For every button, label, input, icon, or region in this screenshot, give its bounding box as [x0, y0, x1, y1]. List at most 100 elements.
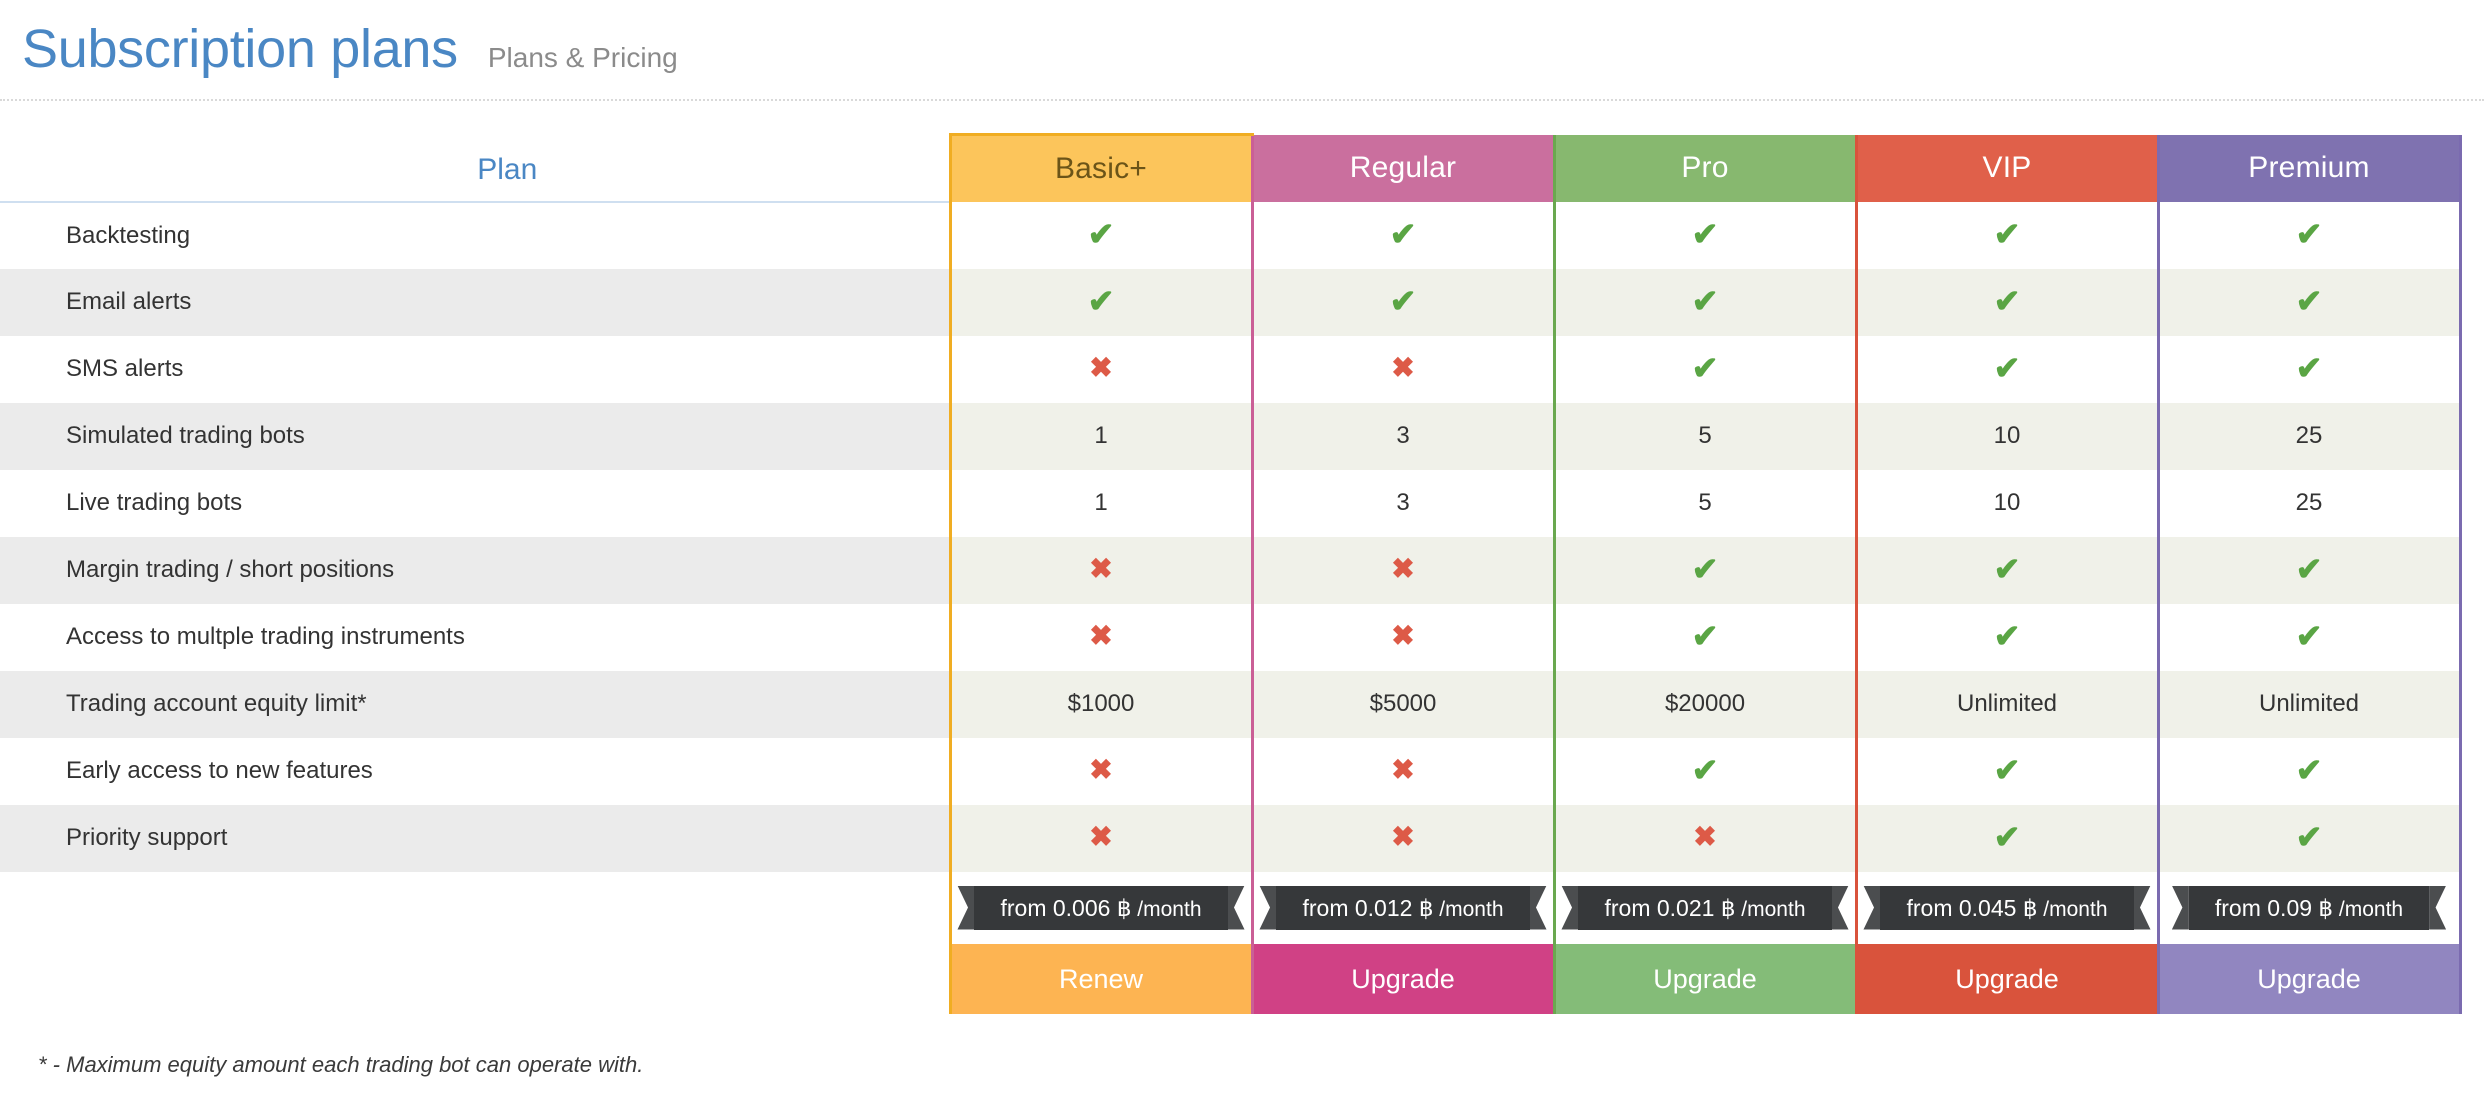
table-row: SMS alerts ✖ ✖ ✔ ✔ ✔ [0, 335, 2462, 403]
feature-availability-cell: ✔ [2156, 201, 2462, 269]
upgrade-button-regular[interactable]: Upgrade [1253, 943, 1553, 1014]
feature-value-cell: 1 [948, 469, 1252, 537]
cross-icon: ✖ [1391, 754, 1415, 785]
feature-availability-cell: ✔ [1854, 737, 2158, 805]
feature-value-cell: 3 [1250, 469, 1554, 537]
feature-availability-cell: ✔ [1854, 335, 2158, 403]
feature-availability-cell: ✖ [1250, 603, 1554, 671]
feature-availability-cell: ✔ [2156, 603, 2462, 671]
price-amount: from 0.006 ฿ [1000, 894, 1132, 921]
check-icon: ✔ [2295, 283, 2323, 319]
feature-availability-cell: ✖ [1250, 536, 1554, 604]
cta-cell: Upgrade [2156, 943, 2462, 1014]
cross-icon: ✖ [1391, 553, 1415, 584]
feature-availability-cell: ✔ [1552, 335, 1856, 403]
feature-availability-cell: ✔ [948, 268, 1252, 336]
check-icon: ✔ [1691, 551, 1719, 587]
feature-label: Priority support [0, 804, 950, 872]
upgrade-button-premium[interactable]: Upgrade [2159, 943, 2459, 1014]
table-row: Early access to new features ✖ ✖ ✔ ✔ ✔ [0, 737, 2462, 805]
cross-icon: ✖ [1089, 553, 1113, 584]
cta-row: Renew Upgrade Upgrade Upgrade Upgrade [0, 943, 2462, 1014]
feature-availability-cell: ✖ [948, 536, 1252, 604]
feature-availability-cell: ✔ [1552, 536, 1856, 604]
feature-availability-cell: ✔ [1854, 268, 2158, 336]
feature-availability-cell: ✖ [1250, 804, 1554, 872]
price-row-spacer [0, 872, 950, 944]
feature-value-cell: Unlimited [1854, 670, 2158, 738]
feature-label: Trading account equity limit* [0, 670, 950, 738]
check-icon: ✔ [2295, 819, 2323, 855]
check-icon: ✔ [1993, 216, 2021, 252]
feature-availability-cell: ✔ [1854, 536, 2158, 604]
feature-availability-cell: ✔ [1854, 201, 2158, 269]
page-subtitle: Plans & Pricing [487, 42, 678, 73]
price-amount: from 0.09 ฿ [2214, 894, 2334, 921]
price-cell: from 0.021 ฿ /month [1552, 871, 1856, 944]
price-cell: from 0.09 ฿ /month [2156, 871, 2462, 944]
upgrade-button-vip[interactable]: Upgrade [1857, 943, 2157, 1014]
feature-availability-cell: ✔ [2156, 737, 2462, 805]
upgrade-button-pro[interactable]: Upgrade [1555, 943, 1855, 1014]
price-row: from 0.006 ฿ /month from 0.012 ฿ /month fr… [0, 871, 2462, 944]
cta-cell: Renew [948, 943, 1252, 1014]
price-ribbon: from 0.021 ฿ /month [1578, 885, 1832, 930]
feature-availability-cell: ✔ [1552, 268, 1856, 336]
table-row: Margin trading / short positions ✖ ✖ ✔ ✔ ✔ [0, 536, 2462, 604]
check-icon: ✔ [1993, 752, 2021, 788]
check-icon: ✔ [1087, 216, 1115, 252]
check-icon: ✔ [2295, 551, 2323, 587]
check-icon: ✔ [1993, 618, 2021, 654]
page-title: Subscription plans [22, 19, 458, 79]
table-body: Backtesting ✔ ✔ ✔ ✔ ✔ Email alerts ✔ ✔ ✔ ✔ ✔ SMS ale… [0, 201, 2462, 1014]
check-icon: ✔ [1691, 350, 1719, 386]
feature-availability-cell: ✔ [1552, 737, 1856, 805]
plan-header-regular[interactable]: Regular [1250, 134, 1554, 202]
plan-header-pro[interactable]: Pro [1552, 134, 1856, 202]
feature-availability-cell: ✔ [1250, 268, 1554, 336]
feature-label: Live trading bots [66, 489, 243, 516]
price-ribbon: from 0.006 ฿ /month [974, 885, 1228, 930]
plan-header-vip[interactable]: VIP [1854, 134, 2158, 202]
price-period: /month [1131, 897, 1202, 921]
feature-label: Simulated trading bots [0, 402, 950, 470]
feature-availability-cell: ✖ [1250, 737, 1554, 805]
cross-icon: ✖ [1391, 821, 1415, 852]
check-icon: ✔ [2295, 216, 2323, 252]
plan-header-premium[interactable]: Premium [2156, 134, 2462, 202]
cross-icon: ✖ [1089, 352, 1113, 383]
feature-availability-cell: ✖ [948, 335, 1252, 403]
check-icon: ✔ [1389, 216, 1417, 252]
header-divider [0, 99, 2484, 101]
cross-icon: ✖ [1089, 620, 1113, 651]
check-icon: ✔ [1691, 283, 1719, 319]
renew-button-basic-[interactable]: Renew [951, 943, 1251, 1014]
check-icon: ✔ [1389, 283, 1417, 319]
price-period: /month [1433, 897, 1504, 921]
check-icon: ✔ [1993, 283, 2021, 319]
feature-value-cell: $20000 [1552, 670, 1856, 738]
subscription-plans-page: Subscription plans Plans & Pricing Plan … [0, 0, 2484, 1098]
table-row: Email alerts ✔ ✔ ✔ ✔ ✔ [0, 268, 2462, 336]
feature-availability-cell: ✔ [1250, 201, 1554, 269]
pricing-table: Plan Basic+ Regular Pro VIP Premium Back… [0, 133, 2462, 1014]
check-icon: ✔ [1691, 752, 1719, 788]
check-icon: ✔ [2295, 752, 2323, 788]
check-icon: ✔ [2295, 350, 2323, 386]
price-cell: from 0.006 ฿ /month [948, 871, 1252, 944]
page-header: Subscription plans Plans & Pricing [0, 0, 2484, 98]
feature-value-cell: Unlimited [2156, 670, 2462, 738]
price-ribbon: from 0.09 ฿ /month [2188, 885, 2430, 930]
feature-value-cell: 5 [1552, 469, 1856, 537]
feature-label: Early access to new features [66, 757, 373, 784]
price-amount: from 0.012 ฿ [1302, 894, 1434, 921]
table-row: Trading account equity limit* $1000 $5000 $… [0, 670, 2462, 738]
check-icon: ✔ [1691, 618, 1719, 654]
plan-header-basic[interactable]: Basic+ [948, 133, 1252, 202]
pricing-table-wrapper: Plan Basic+ Regular Pro VIP Premium Back… [0, 133, 2484, 1014]
price-cell: from 0.012 ฿ /month [1250, 871, 1554, 944]
plan-header-row: Plan Basic+ Regular Pro VIP Premium [0, 133, 2462, 203]
footnote: * - Maximum equity amount each trading b… [38, 1052, 644, 1077]
price-ribbon: from 0.012 ฿ /month [1276, 885, 1530, 930]
feature-availability-cell: ✖ [948, 737, 1252, 805]
